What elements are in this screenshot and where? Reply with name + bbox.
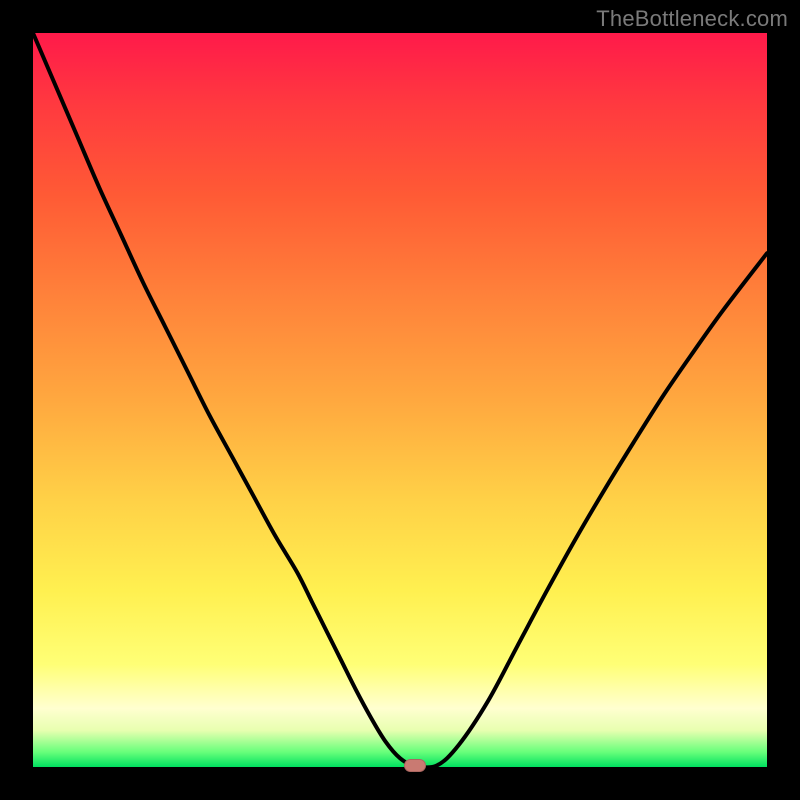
chart-frame: TheBottleneck.com: [0, 0, 800, 800]
bottleneck-curve: [33, 33, 767, 767]
plot-area: [33, 33, 767, 767]
optimal-point-marker: [404, 759, 426, 772]
watermark-text: TheBottleneck.com: [596, 6, 788, 32]
